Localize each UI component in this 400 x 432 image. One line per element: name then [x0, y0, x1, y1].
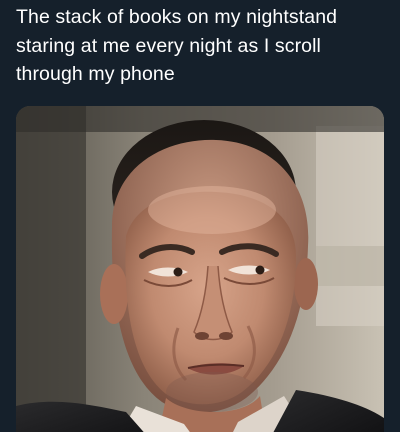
tweet: The stack of books on my nightstand star…: [0, 0, 400, 432]
tweet-text: The stack of books on my nightstand star…: [16, 6, 338, 85]
man-skeptical-glance-photo: [16, 106, 384, 432]
tweet-media[interactable]: [16, 106, 384, 432]
